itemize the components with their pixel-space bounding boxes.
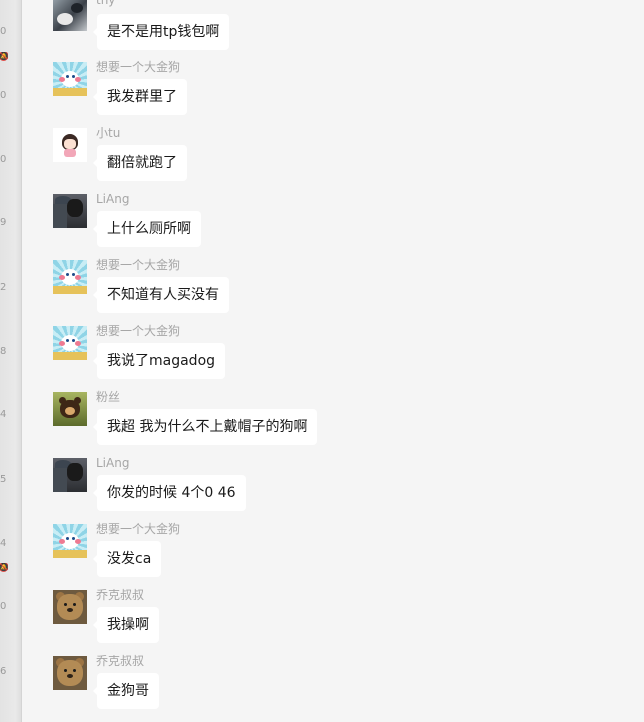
sender-name[interactable]: LiAng bbox=[96, 192, 129, 206]
message-bubble[interactable]: 金狗哥 bbox=[93, 673, 159, 709]
chat-message: LiAng 上什么厕所啊 bbox=[53, 192, 613, 254]
chat-message: LiAng 你发的时候 4个0 46 bbox=[53, 456, 613, 518]
message-bubble[interactable]: 我说了magadog bbox=[92, 343, 226, 379]
chat-message: 想要一个大金狗 没发ca bbox=[53, 522, 613, 584]
sender-name[interactable]: 乔克叔叔 bbox=[96, 588, 144, 602]
bear-avatar[interactable] bbox=[53, 392, 87, 426]
teddy-bear-avatar[interactable] bbox=[53, 656, 87, 690]
message-bubble[interactable]: 我操啊 bbox=[93, 607, 159, 643]
girl-avatar[interactable] bbox=[53, 128, 87, 162]
sender-name[interactable]: 想要一个大金狗 bbox=[96, 522, 180, 536]
chat-message: 想要一个大金狗 我说了magadog bbox=[53, 324, 613, 386]
chat-message: tny 是不是用tp钱包啊 bbox=[53, 0, 613, 57]
chat-message: 想要一个大金狗 我发群里了 bbox=[53, 60, 613, 122]
cartoon-dog-avatar[interactable] bbox=[53, 62, 87, 96]
message-bubble[interactable]: 我发群里了 bbox=[93, 79, 187, 115]
sender-name[interactable]: 想要一个大金狗 bbox=[96, 258, 180, 272]
chat-message: 乔克叔叔 金狗哥 bbox=[53, 654, 613, 716]
message-bubble[interactable]: 不知道有人买没有 bbox=[93, 277, 229, 313]
sender-name[interactable]: 想要一个大金狗 bbox=[96, 60, 180, 74]
sender-name[interactable]: 乔克叔叔 bbox=[96, 654, 144, 668]
message-bubble[interactable]: 没发ca bbox=[92, 541, 162, 577]
message-bubble[interactable]: 上什么厕所啊 bbox=[93, 211, 201, 247]
teddy-bear-avatar[interactable] bbox=[53, 590, 87, 624]
man-with-dog-avatar[interactable] bbox=[53, 458, 87, 492]
chat-message: 小tu 翻倍就跑了 bbox=[53, 126, 613, 188]
sender-name[interactable]: 想要一个大金狗 bbox=[96, 324, 180, 338]
cartoon-dog-avatar[interactable] bbox=[53, 524, 87, 558]
chat-message: 想要一个大金狗 不知道有人买没有 bbox=[53, 258, 613, 320]
man-with-dog-avatar[interactable] bbox=[53, 194, 87, 228]
chat-message: 粉丝 我超 我为什么不上戴帽子的狗啊 bbox=[53, 390, 613, 452]
cartoon-dog-avatar[interactable] bbox=[53, 260, 87, 294]
chat-message-area[interactable]: tny 是不是用tp钱包啊 想要一个大金狗 我发群里了 小tu 翻倍就跑了 Li… bbox=[0, 0, 644, 722]
message-bubble[interactable]: 我超 我为什么不上戴帽子的狗啊 bbox=[92, 409, 318, 445]
message-bubble[interactable]: 翻倍就跑了 bbox=[93, 145, 187, 181]
sender-name[interactable]: tny bbox=[96, 0, 115, 7]
cartoon-dog-avatar[interactable] bbox=[53, 326, 87, 360]
message-bubble[interactable]: 是不是用tp钱包啊 bbox=[92, 14, 230, 50]
message-bubble[interactable]: 你发的时候 4个0 46 bbox=[93, 475, 246, 511]
sender-name[interactable]: LiAng bbox=[96, 456, 129, 470]
cat-avatar[interactable] bbox=[53, 0, 87, 31]
chat-message: 乔克叔叔 我操啊 bbox=[53, 588, 613, 650]
sender-name[interactable]: 小tu bbox=[96, 126, 120, 140]
sender-name[interactable]: 粉丝 bbox=[96, 390, 120, 404]
